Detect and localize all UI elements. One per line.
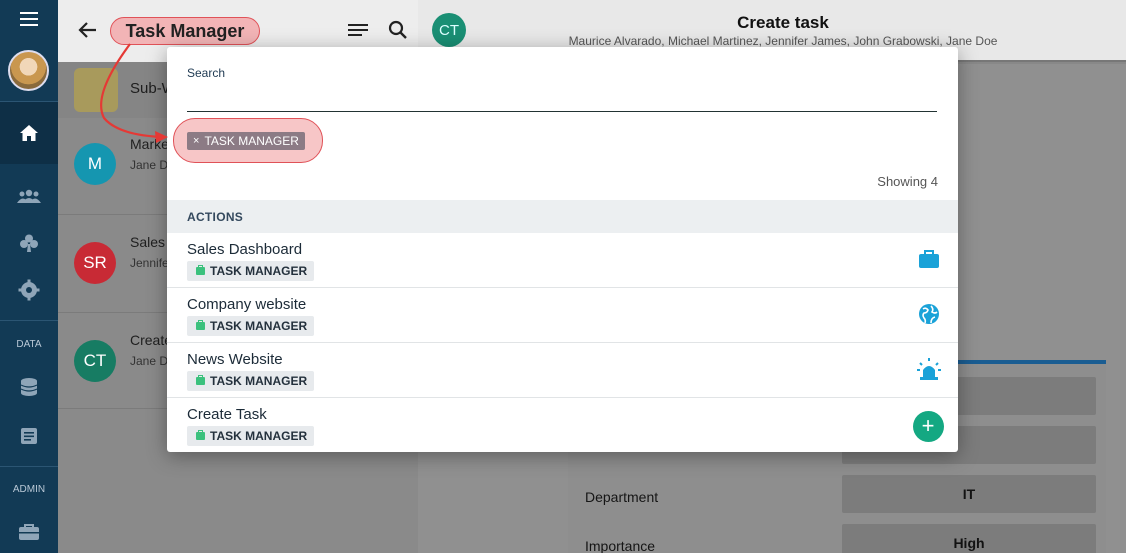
search-icon[interactable]: [388, 20, 407, 39]
team-icon[interactable]: [0, 184, 58, 208]
list-item-subtitle: Jane D: [130, 354, 169, 368]
action-item[interactable]: Sales Dashboard TASK MANAGER: [167, 233, 958, 288]
action-tag-label: TASK MANAGER: [210, 429, 308, 443]
home-icon[interactable]: [0, 102, 58, 164]
importance-field[interactable]: High: [842, 524, 1096, 553]
section-label-data: DATA: [16, 339, 42, 350]
menu-icon[interactable]: [0, 8, 58, 30]
add-icon: +: [912, 410, 944, 442]
divider: [0, 466, 58, 467]
list-item-title[interactable]: Sales: [130, 234, 165, 250]
tag-bag-icon: [196, 375, 205, 385]
tag-bag-icon: [196, 320, 205, 330]
action-item[interactable]: Company website TASK MANAGER: [167, 288, 958, 343]
divider: [0, 320, 58, 321]
avatar: M: [74, 143, 116, 185]
search-label: Search: [187, 66, 226, 80]
globe-icon: [916, 301, 942, 327]
result-count: Showing 4: [877, 174, 938, 189]
list-item-title[interactable]: Marke: [130, 136, 169, 152]
database-icon[interactable]: [0, 375, 58, 399]
toolbox-icon[interactable]: [0, 520, 58, 544]
action-item[interactable]: Create Task TASK MANAGER +: [167, 398, 958, 453]
avatar: SR: [74, 242, 116, 284]
add-button[interactable]: +: [912, 410, 944, 442]
user-avatar[interactable]: [8, 50, 49, 91]
action-tag-label: TASK MANAGER: [210, 374, 308, 388]
task-participants: Maurice Alvarado, Michael Martinez, Jenn…: [568, 34, 998, 48]
action-title: News Website: [187, 351, 283, 368]
action-title: Company website: [187, 296, 307, 313]
action-title: Create Task: [187, 406, 267, 423]
search-dialog: Search × TASK MANAGER Showing 4 ACTIONS …: [167, 47, 958, 452]
tag-bag-icon: [196, 430, 205, 440]
action-tag: TASK MANAGER: [187, 316, 315, 336]
action-tag-label: TASK MANAGER: [210, 319, 308, 333]
briefcase-icon: [916, 246, 942, 272]
club-icon[interactable]: [0, 230, 58, 256]
avatar: CT: [74, 340, 116, 382]
chip-remove-icon[interactable]: ×: [193, 135, 199, 147]
action-title: Sales Dashboard: [187, 241, 303, 258]
department-field[interactable]: IT: [842, 475, 1096, 513]
action-tag-label: TASK MANAGER: [210, 264, 308, 278]
field-label-department: Department: [585, 489, 659, 505]
folder-icon: [74, 68, 118, 112]
section-header-actions: ACTIONS: [167, 200, 958, 233]
list-item-subtitle: Jennife: [130, 256, 169, 270]
list-item-title[interactable]: Create: [130, 332, 172, 348]
back-arrow-icon[interactable]: [78, 18, 98, 44]
action-tag: TASK MANAGER: [187, 371, 315, 391]
page-title: Task Manager: [110, 17, 260, 45]
search-input[interactable]: [187, 87, 937, 112]
action-item[interactable]: News Website TASK MANAGER: [167, 343, 958, 398]
tab-indicator: [958, 360, 1106, 364]
section-label-admin: ADMIN: [12, 484, 46, 495]
document-icon[interactable]: [0, 424, 58, 448]
filter-chip-label: TASK MANAGER: [204, 134, 299, 148]
list-view-icon[interactable]: [348, 24, 368, 38]
task-title: Create task: [737, 13, 829, 32]
filter-chip[interactable]: × TASK MANAGER: [187, 132, 305, 150]
tag-bag-icon: [196, 265, 205, 275]
action-tag: TASK MANAGER: [187, 426, 315, 446]
field-label-importance: Importance: [585, 538, 656, 553]
siren-icon: [916, 356, 942, 382]
action-tag: TASK MANAGER: [187, 261, 315, 281]
sidebar: DATA ADMIN: [0, 0, 58, 553]
list-item-subtitle: Jane D: [130, 158, 169, 172]
gear-icon[interactable]: [0, 277, 58, 303]
